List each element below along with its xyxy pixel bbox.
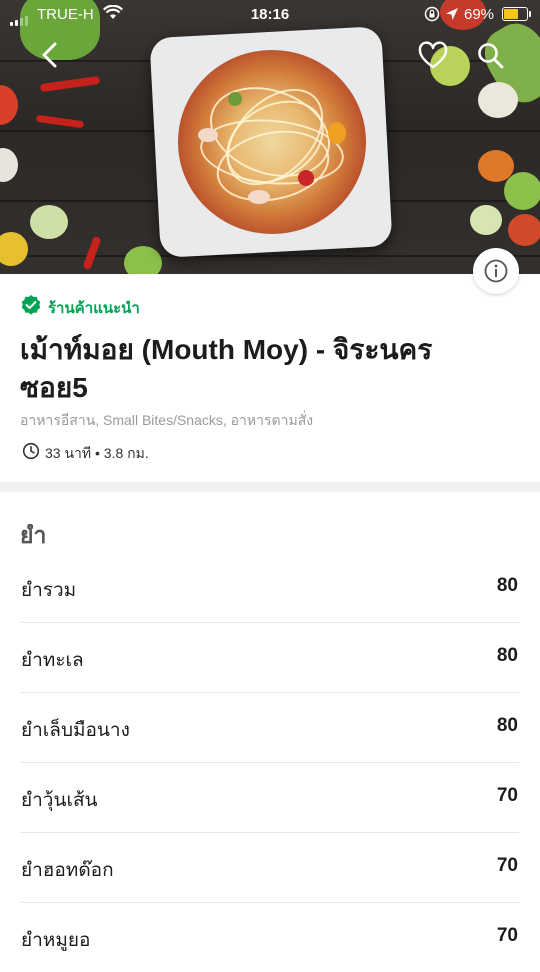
recommended-label: ร้านค้าแนะนำ <box>48 300 140 317</box>
menu-item-name: ยำฮอทด๊อก <box>21 860 114 881</box>
info-button[interactable] <box>473 248 519 294</box>
status-bar: TRUE-H 18:16 69% <box>0 0 540 30</box>
restaurant-name: เม้าท์มอย (Mouth Moy) - จิระนครซอย5 <box>20 334 433 403</box>
menu-item[interactable]: ยำทะเล 80 <box>20 623 519 693</box>
menu-item-name: ยำทะเล <box>21 650 84 671</box>
menu-item-name: ยำรวม <box>21 580 77 601</box>
battery-percent: 69% <box>464 6 495 23</box>
menu-list: ยำรวม 80 ยำทะเล 80 ยำเล็บมือนาง 80 ยำวุ้… <box>20 553 519 972</box>
info-icon <box>484 259 508 283</box>
location-arrow-icon <box>445 6 459 26</box>
menu-item[interactable]: ยำรวม 80 <box>20 553 519 623</box>
search-button[interactable] <box>475 40 507 72</box>
battery-icon <box>502 7 531 21</box>
menu-item-name: ยำหมูยอ <box>21 930 91 951</box>
heart-icon <box>418 41 448 69</box>
menu-item[interactable]: ยำเล็บมือนาง 80 <box>20 693 519 763</box>
menu-item-name: ยำเล็บมือนาง <box>21 720 130 741</box>
delivery-time-distance: 33 นาที • 3.8 กม. <box>45 445 149 461</box>
menu-item[interactable]: ยำฮอทด๊อก 70 <box>20 833 519 903</box>
menu-item-price: 80 <box>496 645 518 666</box>
menu-item[interactable]: ยำหมูยอ 70 <box>20 903 519 972</box>
cuisine-tags: อาหารอีสาน, Small Bites/Snacks, อาหารตาม… <box>20 412 314 428</box>
section-divider <box>0 482 540 492</box>
menu-item-price: 70 <box>496 855 518 876</box>
clock-time: 18:16 <box>250 6 290 23</box>
back-icon <box>42 42 57 68</box>
rotation-lock-icon <box>424 6 440 26</box>
menu-item-price: 80 <box>496 575 518 596</box>
verified-check-icon <box>21 295 41 315</box>
menu-item-price: 70 <box>496 785 518 806</box>
clock-icon <box>22 442 40 460</box>
menu-item-name: ยำวุ้นเส้น <box>21 790 98 811</box>
menu-section-title: ยำ <box>20 522 47 548</box>
menu-item[interactable]: ยำวุ้นเส้น 70 <box>20 763 519 833</box>
papaya-salad <box>178 50 366 234</box>
menu-item-price: 70 <box>496 925 518 946</box>
search-icon <box>478 43 504 69</box>
back-button[interactable] <box>34 38 68 72</box>
menu-item-price: 80 <box>496 715 518 736</box>
favorite-button[interactable] <box>417 40 449 72</box>
restaurant-hero-image <box>0 0 540 274</box>
